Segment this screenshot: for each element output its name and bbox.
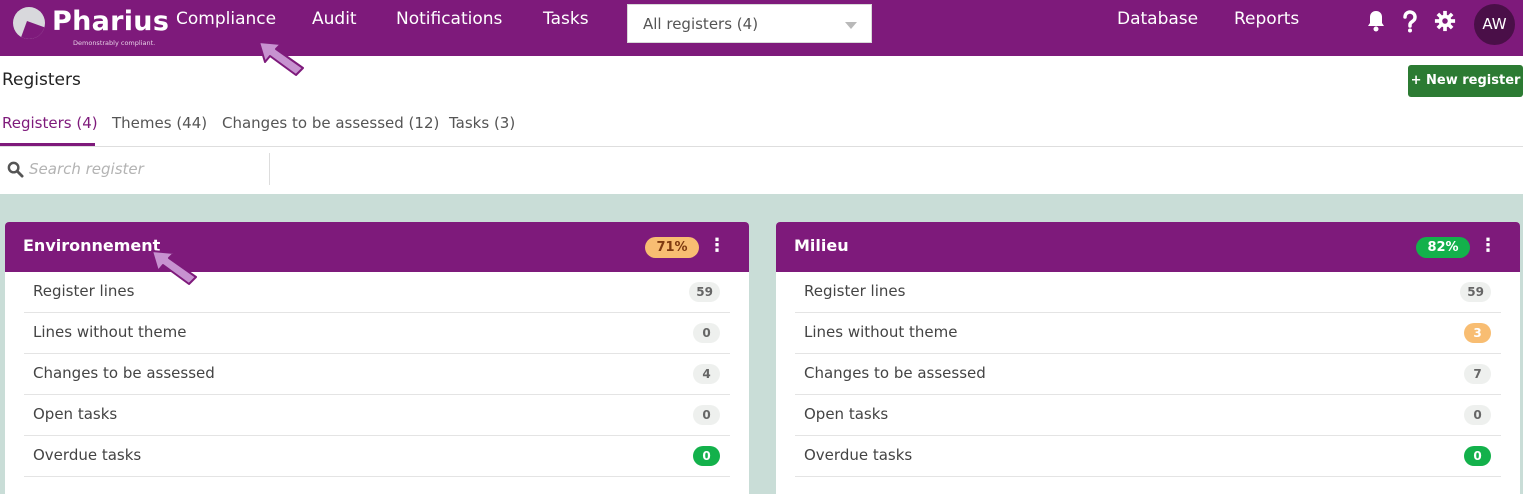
search-input[interactable]	[29, 157, 259, 181]
active-tab-indicator	[0, 143, 95, 146]
tab-changes[interactable]: Changes to be assessed (12)	[222, 114, 439, 132]
tab-registers[interactable]: Registers (4)	[2, 114, 98, 132]
card-header[interactable]: Milieu 82% ⋮	[776, 222, 1520, 272]
help-icon[interactable]	[1398, 9, 1422, 35]
row-label: Overdue tasks	[804, 446, 913, 464]
count-badge: 0	[693, 323, 720, 343]
nav-compliance[interactable]: Compliance	[176, 9, 276, 29]
row-label: Overdue tasks	[33, 446, 142, 464]
list-item[interactable]: Overdue tasks 0	[795, 436, 1501, 477]
kebab-menu-icon[interactable]: ⋮	[708, 234, 726, 258]
list-item[interactable]: Open tasks 0	[795, 395, 1501, 436]
user-avatar[interactable]: AW	[1474, 4, 1515, 45]
annotation-arrow-icon	[258, 41, 304, 76]
register-select-value: All registers (4)	[643, 15, 759, 33]
brand-logo[interactable]: Pharius Demonstrably compliant.	[0, 0, 169, 56]
nav-tasks[interactable]: Tasks	[543, 9, 589, 29]
list-item[interactable]: Changes to be assessed 7	[795, 354, 1501, 395]
list-item[interactable]: Register lines 59	[795, 272, 1501, 313]
chevron-down-icon	[845, 22, 857, 29]
new-register-button[interactable]: + New register	[1408, 65, 1523, 97]
compliance-percent-badge: 82%	[1416, 237, 1470, 258]
tab-tasks[interactable]: Tasks (3)	[449, 114, 515, 132]
row-label: Open tasks	[804, 405, 889, 423]
list-item[interactable]: Overdue tasks 0	[24, 436, 730, 477]
list-item[interactable]: Lines without theme 3	[795, 313, 1501, 354]
bell-icon[interactable]	[1364, 9, 1388, 35]
register-select[interactable]: All registers (4)	[627, 4, 872, 43]
row-label: Lines without theme	[804, 323, 958, 341]
count-badge: 0	[693, 446, 720, 466]
register-card-milieu: Milieu 82% ⋮ Register lines 59 Lines wit…	[776, 222, 1520, 494]
brand-tagline: Demonstrably compliant.	[73, 39, 156, 47]
annotation-arrow-icon	[151, 250, 197, 285]
count-badge: 0	[693, 405, 720, 425]
new-register-label: New register	[1426, 73, 1521, 88]
row-label: Open tasks	[33, 405, 118, 423]
list-item[interactable]: Open tasks 0	[24, 395, 730, 436]
nav-reports[interactable]: Reports	[1234, 9, 1299, 29]
card-title[interactable]: Milieu	[794, 236, 849, 255]
count-badge: 59	[1460, 282, 1491, 302]
card-header[interactable]: Environnement 71% ⋮	[5, 222, 749, 272]
search-icon	[7, 161, 24, 178]
row-label: Changes to be assessed	[804, 364, 986, 382]
nav-database[interactable]: Database	[1117, 9, 1198, 29]
list-item[interactable]: Changes to be assessed 4	[24, 354, 730, 395]
search-box	[0, 153, 270, 185]
card-title[interactable]: Environnement	[23, 236, 160, 255]
row-label: Register lines	[804, 282, 906, 300]
nav-audit[interactable]: Audit	[312, 9, 357, 29]
gear-icon[interactable]	[1433, 9, 1457, 35]
count-badge: 3	[1464, 323, 1491, 343]
plus-icon: +	[1410, 73, 1422, 88]
top-navbar: Pharius Demonstrably compliant. Complian…	[0, 0, 1523, 56]
row-label: Lines without theme	[33, 323, 187, 341]
count-badge: 59	[689, 282, 720, 302]
count-badge: 0	[1464, 446, 1491, 466]
logo-mark-icon	[13, 7, 45, 39]
count-badge: 0	[1464, 405, 1491, 425]
row-label: Changes to be assessed	[33, 364, 215, 382]
tab-themes[interactable]: Themes (44)	[112, 114, 207, 132]
tab-bar: Registers (4) Themes (44) Changes to be …	[0, 112, 1523, 147]
count-badge: 4	[693, 364, 720, 384]
nav-notifications[interactable]: Notifications	[396, 9, 502, 29]
list-item[interactable]: Lines without theme 0	[24, 313, 730, 354]
register-card-environnement: Environnement 71% ⋮ Register lines 59 Li…	[5, 222, 749, 494]
count-badge: 7	[1464, 364, 1491, 384]
list-item[interactable]: Register lines 59	[24, 272, 730, 313]
brand-name: Pharius	[52, 6, 170, 37]
page-title: Registers	[2, 70, 81, 90]
kebab-menu-icon[interactable]: ⋮	[1479, 234, 1497, 258]
compliance-percent-badge: 71%	[645, 237, 699, 258]
row-label: Register lines	[33, 282, 135, 300]
